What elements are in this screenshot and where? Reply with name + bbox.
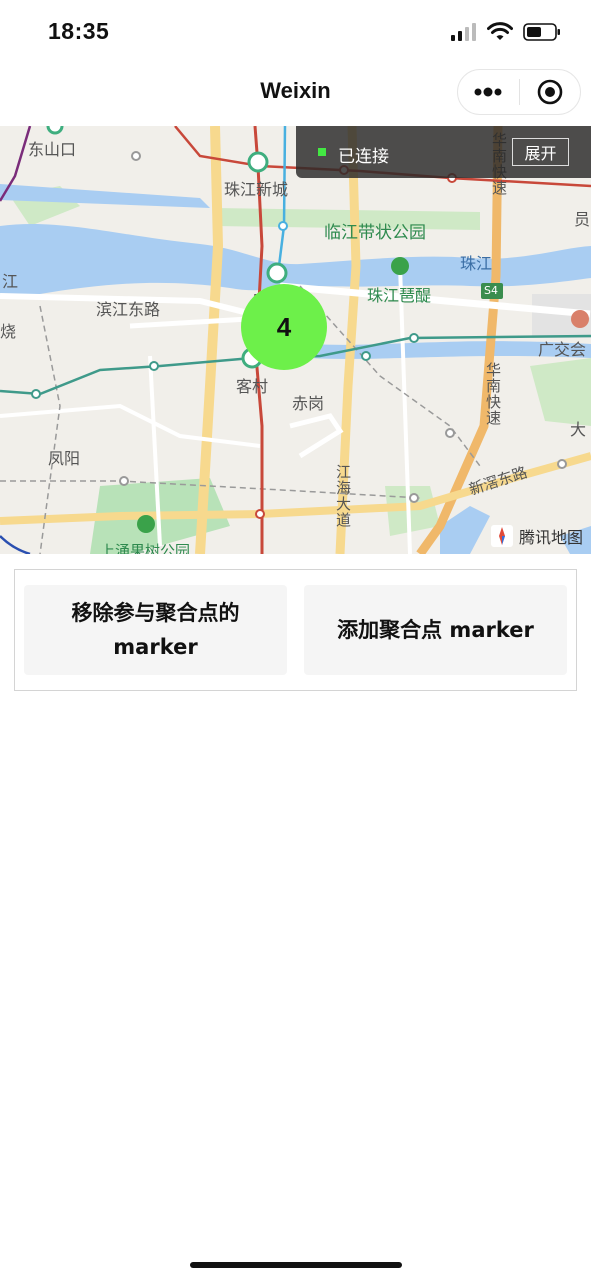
action-panel: 移除参与聚合点的 marker 添加聚合点 marker <box>14 569 577 691</box>
battery-icon <box>523 23 560 41</box>
status-time: 18:35 <box>48 18 110 44</box>
map-label-shangchong-park: 上涌果树公园 <box>100 542 191 554</box>
map-label-linjiang-park: 临江带状公园 <box>324 223 426 243</box>
connection-status-text: 已连接 <box>338 147 389 167</box>
map-label-s4: S4 <box>484 284 498 297</box>
cluster-marker[interactable]: 4 <box>241 284 327 370</box>
map-label-left-edge-2: 烧 <box>0 322 17 341</box>
expand-button[interactable]: 展开 <box>512 138 569 166</box>
more-button[interactable] <box>458 70 519 114</box>
map-label-left-edge-1: 江 <box>2 272 19 291</box>
map-label-right-edge-2: 大 <box>570 420 587 439</box>
map-label-zhujiang-qiqi: 珠江琶醍 <box>367 286 432 305</box>
map-label-fengyang: 凤阳 <box>48 449 81 468</box>
status-bar: 18:35 <box>0 0 591 64</box>
map-label-kecun: 客村 <box>236 377 269 396</box>
remove-cluster-marker-button[interactable]: 移除参与聚合点的 marker <box>24 585 287 675</box>
close-miniprogram-button[interactable] <box>520 70 581 114</box>
more-dots-icon <box>474 87 502 97</box>
add-cluster-marker-button[interactable]: 添加聚合点 marker <box>304 585 567 675</box>
compass-icon <box>490 525 513 547</box>
map-label-zhujiang-new-town: 珠江新城 <box>224 180 289 199</box>
map-label-right-edge-1: 员 <box>574 210 591 229</box>
nav-bar: Weixin <box>0 64 591 126</box>
map-label-jianghai-avenue: 江海大道 <box>334 464 352 528</box>
map-label-binjiang-east: 滨江东路 <box>96 300 161 319</box>
map-label-chigang: 赤岗 <box>292 394 325 413</box>
map-label-guangjiao: 广交会 <box>538 340 587 359</box>
target-circle-icon <box>537 79 563 105</box>
map-label-dongshankou: 东山口 <box>28 140 77 159</box>
map-view[interactable]: 东山口 珠江新城 临江带状公园 珠江 珠江琶醍 滨江东路 客村 赤岗 凤阳 江海… <box>0 126 591 554</box>
cellular-signal-icon <box>451 23 476 41</box>
attribution-text: 腾讯地图 <box>518 528 583 547</box>
mini-program-capsule <box>457 69 581 115</box>
map-attribution: 腾讯地图 <box>490 524 583 548</box>
home-indicator[interactable] <box>190 1262 402 1268</box>
wifi-icon <box>487 22 513 40</box>
connection-panel: 已连接 展开 <box>296 126 591 178</box>
connection-status-dot <box>318 148 326 156</box>
map-label-huanan-expressway-mid: 华南快速 <box>484 362 502 426</box>
map-label-zhujiang: 珠江 <box>460 254 493 273</box>
status-icons <box>451 22 561 42</box>
